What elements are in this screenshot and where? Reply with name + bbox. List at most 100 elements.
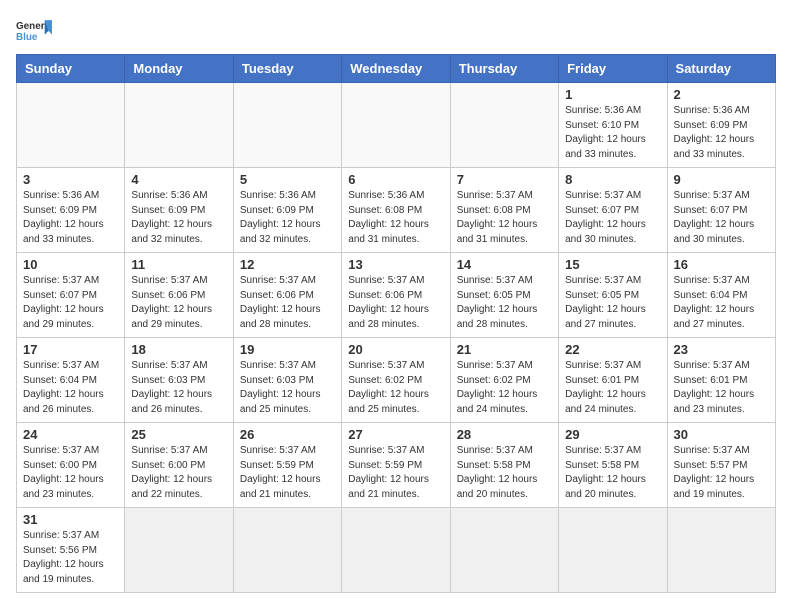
day-number: 2 bbox=[674, 87, 769, 102]
day-info: Sunrise: 5:37 AM Sunset: 5:59 PM Dayligh… bbox=[348, 444, 443, 502]
day-number: 27 bbox=[348, 427, 443, 442]
day-number: 19 bbox=[240, 342, 335, 357]
calendar-day: 26 Sunrise: 5:37 AM Sunset: 5:59 PM Dayli… bbox=[233, 423, 341, 508]
calendar-day bbox=[450, 508, 558, 593]
weekday-header-sunday: Sunday bbox=[17, 55, 125, 83]
calendar-day: 19 Sunrise: 5:37 AM Sunset: 6:03 PM Dayli… bbox=[233, 338, 341, 423]
day-info: Sunrise: 5:37 AM Sunset: 6:00 PM Dayligh… bbox=[23, 444, 118, 502]
calendar-day: 2 Sunrise: 5:36 AM Sunset: 6:09 PM Daylig… bbox=[667, 83, 775, 168]
day-info: Sunrise: 5:37 AM Sunset: 6:02 PM Dayligh… bbox=[457, 359, 552, 417]
day-info: Sunrise: 5:36 AM Sunset: 6:09 PM Dayligh… bbox=[240, 189, 335, 247]
day-number: 6 bbox=[348, 172, 443, 187]
calendar-day: 7Sunrise: 5:37 AM Sunset: 6:08 PM Daylig… bbox=[450, 168, 558, 253]
day-number: 1 bbox=[565, 87, 660, 102]
day-number: 5 bbox=[240, 172, 335, 187]
day-number: 17 bbox=[23, 342, 118, 357]
calendar-day: 30Sunrise: 5:37 AM Sunset: 5:57 PM Dayli… bbox=[667, 423, 775, 508]
weekday-header-saturday: Saturday bbox=[667, 55, 775, 83]
calendar-day: 24 Sunrise: 5:37 AM Sunset: 6:00 PM Dayli… bbox=[17, 423, 125, 508]
day-info: Sunrise: 5:37 AM Sunset: 5:57 PM Dayligh… bbox=[674, 444, 769, 502]
calendar-day: 12Sunrise: 5:37 AM Sunset: 6:06 PM Dayli… bbox=[233, 253, 341, 338]
weekday-header-monday: Monday bbox=[125, 55, 233, 83]
day-number: 20 bbox=[348, 342, 443, 357]
weekday-header-row: SundayMondayTuesdayWednesdayThursdayFrid… bbox=[17, 55, 776, 83]
day-number: 21 bbox=[457, 342, 552, 357]
weekday-header-thursday: Thursday bbox=[450, 55, 558, 83]
day-info: Sunrise: 5:37 AM Sunset: 6:05 PM Dayligh… bbox=[565, 274, 660, 332]
day-number: 18 bbox=[131, 342, 226, 357]
day-number: 3 bbox=[23, 172, 118, 187]
calendar-day bbox=[667, 508, 775, 593]
day-info: Sunrise: 5:37 AM Sunset: 5:56 PM Dayligh… bbox=[23, 529, 118, 587]
day-info: Sunrise: 5:37 AM Sunset: 6:03 PM Dayligh… bbox=[240, 359, 335, 417]
day-info: Sunrise: 5:37 AM Sunset: 6:06 PM Dayligh… bbox=[348, 274, 443, 332]
calendar-day bbox=[233, 508, 341, 593]
day-info: Sunrise: 5:37 AM Sunset: 6:07 PM Dayligh… bbox=[674, 189, 769, 247]
day-info: Sunrise: 5:36 AM Sunset: 6:09 PM Dayligh… bbox=[23, 189, 118, 247]
day-number: 24 bbox=[23, 427, 118, 442]
day-info: Sunrise: 5:37 AM Sunset: 6:02 PM Dayligh… bbox=[348, 359, 443, 417]
calendar-day: 9 Sunrise: 5:37 AM Sunset: 6:07 PM Daylig… bbox=[667, 168, 775, 253]
calendar-day: 20 Sunrise: 5:37 AM Sunset: 6:02 PM Dayli… bbox=[342, 338, 450, 423]
week-row-4: 17 Sunrise: 5:37 AM Sunset: 6:04 PM Dayli… bbox=[17, 338, 776, 423]
calendar-day: 5 Sunrise: 5:36 AM Sunset: 6:09 PM Daylig… bbox=[233, 168, 341, 253]
calendar-day bbox=[559, 508, 667, 593]
calendar-day: 3 Sunrise: 5:36 AM Sunset: 6:09 PM Daylig… bbox=[17, 168, 125, 253]
calendar-day: 10Sunrise: 5:37 AM Sunset: 6:07 PM Dayli… bbox=[17, 253, 125, 338]
day-info: Sunrise: 5:37 AM Sunset: 6:04 PM Dayligh… bbox=[674, 274, 769, 332]
calendar-day bbox=[342, 508, 450, 593]
week-row-6: 31Sunrise: 5:37 AM Sunset: 5:56 PM Dayli… bbox=[17, 508, 776, 593]
calendar-day bbox=[233, 83, 341, 168]
calendar-day bbox=[17, 83, 125, 168]
day-info: Sunrise: 5:37 AM Sunset: 5:58 PM Dayligh… bbox=[457, 444, 552, 502]
weekday-header-tuesday: Tuesday bbox=[233, 55, 341, 83]
day-info: Sunrise: 5:37 AM Sunset: 6:05 PM Dayligh… bbox=[457, 274, 552, 332]
day-info: Sunrise: 5:37 AM Sunset: 6:07 PM Dayligh… bbox=[565, 189, 660, 247]
day-number: 14 bbox=[457, 257, 552, 272]
day-info: Sunrise: 5:36 AM Sunset: 6:08 PM Dayligh… bbox=[348, 189, 443, 247]
day-info: Sunrise: 5:37 AM Sunset: 6:08 PM Dayligh… bbox=[457, 189, 552, 247]
day-number: 16 bbox=[674, 257, 769, 272]
day-number: 8 bbox=[565, 172, 660, 187]
calendar-day: 13 Sunrise: 5:37 AM Sunset: 6:06 PM Dayli… bbox=[342, 253, 450, 338]
day-number: 23 bbox=[674, 342, 769, 357]
day-info: Sunrise: 5:36 AM Sunset: 6:09 PM Dayligh… bbox=[674, 104, 769, 162]
calendar-day: 8 Sunrise: 5:37 AM Sunset: 6:07 PM Daylig… bbox=[559, 168, 667, 253]
day-number: 10 bbox=[23, 257, 118, 272]
day-number: 22 bbox=[565, 342, 660, 357]
calendar-day: 18 Sunrise: 5:37 AM Sunset: 6:03 PM Dayli… bbox=[125, 338, 233, 423]
calendar-day: 14 Sunrise: 5:37 AM Sunset: 6:05 PM Dayli… bbox=[450, 253, 558, 338]
calendar-day: 28Sunrise: 5:37 AM Sunset: 5:58 PM Dayli… bbox=[450, 423, 558, 508]
day-info: Sunrise: 5:37 AM Sunset: 6:04 PM Dayligh… bbox=[23, 359, 118, 417]
day-number: 26 bbox=[240, 427, 335, 442]
day-info: Sunrise: 5:37 AM Sunset: 6:06 PM Dayligh… bbox=[131, 274, 226, 332]
calendar-day: 31Sunrise: 5:37 AM Sunset: 5:56 PM Dayli… bbox=[17, 508, 125, 593]
day-info: Sunrise: 5:37 AM Sunset: 6:03 PM Dayligh… bbox=[131, 359, 226, 417]
calendar-day bbox=[125, 508, 233, 593]
calendar-day: 16 Sunrise: 5:37 AM Sunset: 6:04 PM Dayli… bbox=[667, 253, 775, 338]
calendar-day bbox=[450, 83, 558, 168]
calendar-day: 23Sunrise: 5:37 AM Sunset: 6:01 PM Dayli… bbox=[667, 338, 775, 423]
calendar-day: 25 Sunrise: 5:37 AM Sunset: 6:00 PM Dayli… bbox=[125, 423, 233, 508]
day-info: Sunrise: 5:37 AM Sunset: 5:59 PM Dayligh… bbox=[240, 444, 335, 502]
day-number: 4 bbox=[131, 172, 226, 187]
day-number: 9 bbox=[674, 172, 769, 187]
day-info: Sunrise: 5:36 AM Sunset: 6:09 PM Dayligh… bbox=[131, 189, 226, 247]
weekday-header-friday: Friday bbox=[559, 55, 667, 83]
calendar-day: 4 Sunrise: 5:36 AM Sunset: 6:09 PM Daylig… bbox=[125, 168, 233, 253]
week-row-2: 3 Sunrise: 5:36 AM Sunset: 6:09 PM Daylig… bbox=[17, 168, 776, 253]
day-number: 12 bbox=[240, 257, 335, 272]
calendar-day bbox=[342, 83, 450, 168]
svg-text:Blue: Blue bbox=[16, 32, 38, 43]
day-info: Sunrise: 5:37 AM Sunset: 6:00 PM Dayligh… bbox=[131, 444, 226, 502]
day-number: 29 bbox=[565, 427, 660, 442]
day-info: Sunrise: 5:37 AM Sunset: 6:01 PM Dayligh… bbox=[565, 359, 660, 417]
day-number: 15 bbox=[565, 257, 660, 272]
weekday-header-wednesday: Wednesday bbox=[342, 55, 450, 83]
calendar-day: 29Sunrise: 5:37 AM Sunset: 5:58 PM Dayli… bbox=[559, 423, 667, 508]
day-info: Sunrise: 5:36 AM Sunset: 6:10 PM Dayligh… bbox=[565, 104, 660, 162]
day-number: 25 bbox=[131, 427, 226, 442]
day-number: 13 bbox=[348, 257, 443, 272]
calendar-day: 11Sunrise: 5:37 AM Sunset: 6:06 PM Dayli… bbox=[125, 253, 233, 338]
week-row-3: 10Sunrise: 5:37 AM Sunset: 6:07 PM Dayli… bbox=[17, 253, 776, 338]
